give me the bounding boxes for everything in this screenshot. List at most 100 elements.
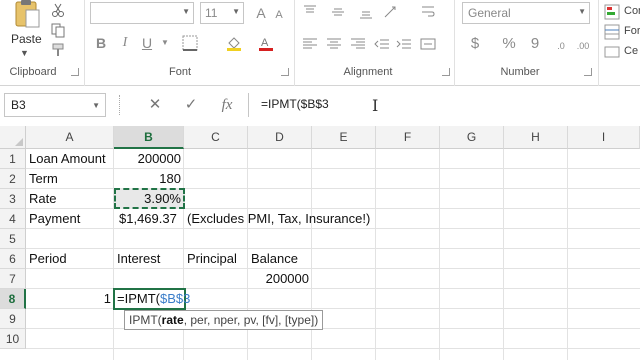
decrease-decimal-icon[interactable]: .00 [574, 36, 592, 56]
font-color-icon[interactable]: A [258, 35, 274, 51]
cell-a1[interactable]: Loan Amount [26, 149, 109, 169]
number-format-dropdown[interactable]: General ▼ [462, 2, 590, 24]
cell-a2[interactable]: Term [26, 169, 61, 189]
orientation-icon[interactable] [382, 4, 398, 20]
clipboard-launcher-icon[interactable] [71, 68, 79, 76]
row-header-5[interactable]: 5 [0, 229, 26, 249]
percent-format-button[interactable]: % [500, 34, 518, 54]
cell-b4[interactable]: $1,469.37 [116, 209, 180, 229]
cell-d7[interactable]: 200000 [248, 269, 312, 289]
cell-a4[interactable]: Payment [26, 209, 83, 229]
svg-text:A: A [261, 37, 269, 49]
enter-icon[interactable]: ✓ [180, 94, 202, 116]
tooltip-current-argument: rate [161, 313, 184, 327]
formula-input[interactable]: =IPMT($B$3 [248, 93, 640, 117]
formula-prefix: =IPMT( [117, 291, 160, 306]
align-center-icon[interactable] [326, 36, 342, 52]
tooltip-function-name[interactable]: IPMT( [129, 313, 162, 327]
row-header-6[interactable]: 6 [0, 249, 26, 269]
fill-color-icon[interactable] [226, 35, 242, 51]
align-left-icon[interactable] [302, 36, 318, 52]
group-divider [598, 0, 599, 86]
ribbon: Paste ▼ Clipboard ▼ 11 ▼ A A B I U ▼ A Fo… [0, 0, 640, 86]
italic-button[interactable]: I [116, 33, 134, 53]
font-group-label: Font [168, 66, 191, 78]
currency-format-button[interactable]: $ [466, 34, 484, 54]
cell-a3[interactable]: Rate [26, 189, 59, 209]
borders-icon[interactable] [182, 35, 198, 51]
paste-label: Paste [11, 32, 42, 46]
row-header-2[interactable]: 2 [0, 169, 26, 189]
cell-b3[interactable]: 3.90% [114, 189, 184, 209]
paste-dropdown-icon[interactable]: ▼ [20, 48, 29, 58]
column-header-e[interactable]: E [312, 126, 376, 149]
cell-d6[interactable]: Balance [248, 249, 301, 269]
row-header-1[interactable]: 1 [0, 149, 26, 169]
underline-dropdown-icon[interactable]: ▼ [156, 33, 174, 53]
formula-bar: B3 ▼ ✕ ✓ fx =IPMT($B$3 I [0, 90, 640, 122]
format-as-table-icon[interactable] [604, 24, 620, 40]
decrease-font-icon[interactable]: A [270, 5, 288, 25]
column-header-g[interactable]: G [440, 126, 504, 149]
formula-bar-grip[interactable] [119, 95, 121, 115]
row-header-9[interactable]: 9 [0, 309, 26, 329]
format-painter-icon[interactable] [50, 42, 66, 58]
row-header-10[interactable]: 10 [0, 329, 26, 349]
select-all-button[interactable] [0, 126, 26, 149]
number-launcher-icon[interactable] [584, 68, 592, 76]
align-top-icon[interactable] [302, 4, 318, 20]
wrap-text-icon[interactable] [420, 4, 436, 20]
column-header-c[interactable]: C [184, 126, 248, 149]
row-header-3[interactable]: 3 [0, 189, 26, 209]
row-header-7[interactable]: 7 [0, 269, 26, 289]
format-as-table-label[interactable]: For [624, 25, 640, 37]
align-middle-icon[interactable] [330, 4, 346, 20]
cut-icon[interactable] [50, 2, 66, 18]
conditional-formatting-icon[interactable] [604, 4, 620, 20]
cell-b6[interactable]: Interest [114, 249, 163, 269]
chevron-down-icon: ▼ [182, 7, 190, 16]
conditional-formatting-label[interactable]: Con [624, 5, 640, 17]
font-name-dropdown[interactable]: ▼ [90, 2, 194, 24]
name-box[interactable]: B3 ▼ [4, 93, 106, 117]
cell-a6[interactable]: Period [26, 249, 70, 269]
underline-button[interactable]: U [138, 33, 156, 53]
comma-format-button[interactable]: 9 [526, 34, 544, 54]
cell-b1[interactable]: 200000 [114, 149, 184, 169]
increase-font-icon[interactable]: A [252, 3, 270, 23]
alignment-launcher-icon[interactable] [442, 68, 450, 76]
cell-styles-icon[interactable] [604, 44, 620, 60]
cell-c6[interactable]: Principal [184, 249, 240, 269]
column-header-i[interactable]: I [568, 126, 640, 149]
insert-function-icon[interactable]: fx [216, 94, 238, 116]
font-launcher-icon[interactable] [281, 68, 289, 76]
cancel-icon[interactable]: ✕ [144, 94, 166, 116]
row-header-8[interactable]: 8 [0, 289, 26, 309]
column-header-f[interactable]: F [376, 126, 440, 149]
decrease-indent-icon[interactable] [374, 36, 390, 52]
chevron-down-icon: ▼ [232, 7, 240, 16]
column-header-b[interactable]: B [114, 126, 184, 149]
cell-c4[interactable]: (Excludes PMI, Tax, Insurance!) [184, 209, 373, 229]
cell-b2[interactable]: 180 [114, 169, 184, 189]
column-header-a[interactable]: A [26, 126, 114, 149]
increase-decimal-icon[interactable]: .0 [552, 36, 570, 56]
row-header-4[interactable]: 4 [0, 209, 26, 229]
number-format-value: General [468, 6, 511, 20]
select-all-icon [15, 138, 23, 146]
align-bottom-icon[interactable] [358, 4, 374, 20]
align-right-icon[interactable] [350, 36, 366, 52]
column-header-d[interactable]: D [248, 126, 312, 149]
cell-styles-label[interactable]: Ce [624, 45, 638, 57]
increase-indent-icon[interactable] [396, 36, 412, 52]
cell-a8[interactable]: 1 [26, 289, 114, 309]
worksheet-grid[interactable]: A B C D E F G H I 1 2 3 4 5 6 7 8 9 10 L… [0, 126, 640, 360]
function-argument-tooltip[interactable]: IPMT(rate, per, nper, pv, [fv], [type]) [124, 310, 324, 330]
cell-b8-editor[interactable]: =IPMT($B$3 [117, 289, 190, 309]
merge-center-icon[interactable] [420, 36, 436, 52]
column-header-h[interactable]: H [504, 126, 568, 149]
bold-button[interactable]: B [92, 33, 110, 53]
chevron-down-icon: ▼ [578, 7, 586, 16]
font-size-dropdown[interactable]: 11 ▼ [200, 2, 244, 24]
copy-icon[interactable] [50, 22, 66, 38]
